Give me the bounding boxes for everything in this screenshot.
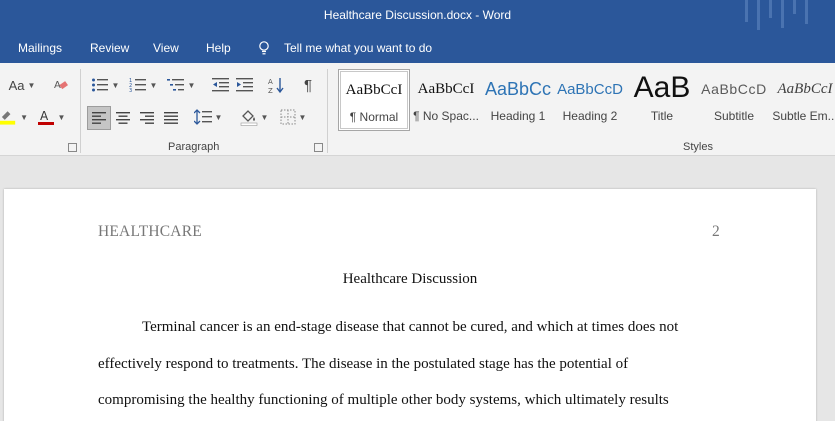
- style-name: Title: [650, 109, 674, 123]
- group-divider: [80, 69, 81, 153]
- style-normal[interactable]: AaBbCcI ¶ Normal: [338, 69, 410, 131]
- sort-az-icon: A Z: [268, 78, 284, 94]
- paint-bucket-icon: [240, 110, 257, 126]
- style-name: ¶ No Spac...: [413, 109, 479, 123]
- body-line: Terminal cancer is an end-stage disease …: [142, 319, 679, 335]
- paragraph-group-label: Paragraph: [168, 141, 220, 153]
- change-case-button[interactable]: Aa ▼: [6, 74, 38, 96]
- page-number: 2: [712, 223, 720, 240]
- style-preview: AaB: [633, 71, 691, 104]
- style-name: Subtle Em...: [772, 109, 835, 123]
- document-title: Healthcare Discussion: [342, 271, 478, 287]
- justify-icon: [164, 112, 178, 124]
- align-right-icon: [140, 112, 154, 124]
- tab-mailings[interactable]: Mailings: [18, 41, 62, 55]
- style-subtle-emphasis[interactable]: AaBbCcI Subtle Em...: [770, 69, 835, 131]
- align-center-button[interactable]: [112, 107, 134, 129]
- sort-button[interactable]: A Z: [266, 74, 288, 96]
- titlebar-decoration: [735, 0, 825, 33]
- document-page[interactable]: HEALTHCARE 2 Healthcare Discussion Termi…: [4, 189, 816, 421]
- style-preview: AaBbCcD: [701, 81, 767, 97]
- styles-gallery: AaBbCcI ¶ Normal AaBbCcI ¶ No Spac... Aa…: [336, 69, 835, 131]
- multilevel-list-button[interactable]: ▼: [164, 74, 198, 96]
- show-marks-button[interactable]: ¶: [297, 74, 319, 96]
- window-title: Healthcare Discussion.docx - Word: [323, 8, 512, 22]
- font-color-icon: A: [37, 109, 54, 125]
- style-subtitle[interactable]: AaBbCcD Subtitle: [698, 69, 770, 131]
- style-title[interactable]: AaB Title: [626, 69, 698, 131]
- body-line: compromising the healthy functioning of …: [98, 392, 669, 408]
- eraser-icon: A: [54, 80, 68, 91]
- highlighter-icon: [0, 111, 16, 125]
- style-preview: AaBbCc: [484, 79, 552, 99]
- shading-button[interactable]: ▼: [236, 106, 272, 128]
- style-preview: AaBbCcI: [777, 81, 833, 97]
- body-line: effectively respond to treatments. The d…: [98, 356, 629, 372]
- decrease-indent-button[interactable]: [210, 74, 232, 96]
- borders-button[interactable]: ▼: [276, 106, 310, 128]
- style-name: Heading 1: [490, 109, 546, 123]
- highlight-color-button[interactable]: ▼: [0, 106, 28, 128]
- ribbon-tabs: Mailings Review View Help Tell me what y…: [0, 33, 835, 63]
- pilcrow-icon: ¶: [303, 76, 313, 94]
- style-preview: AaBbCcI: [417, 81, 475, 97]
- style-heading-1[interactable]: AaBbCc Heading 1: [482, 69, 554, 131]
- tell-me-box[interactable]: Tell me what you want to do: [258, 41, 432, 55]
- svg-text:A: A: [268, 78, 273, 86]
- align-right-button[interactable]: [136, 107, 158, 129]
- document-area[interactable]: HEALTHCARE 2 Healthcare Discussion Termi…: [0, 157, 835, 421]
- align-center-icon: [116, 112, 130, 124]
- justify-button[interactable]: [160, 107, 182, 129]
- increase-indent-button[interactable]: [234, 74, 256, 96]
- bullet-list-icon: [91, 78, 108, 92]
- numbered-list-icon: 1 2 3: [129, 78, 146, 93]
- clear-formatting-button[interactable]: A: [50, 74, 72, 96]
- ribbon: Aa ▼ A ▼ A ▼ ▼ 1 2 3 ▼ ▼ A Z ¶ ▼ ▼ ▼ Par…: [0, 63, 835, 156]
- svg-text:Z: Z: [268, 87, 273, 94]
- multilevel-list-icon: [166, 79, 184, 91]
- style-name: Subtitle: [713, 109, 755, 123]
- tell-me-label: Tell me what you want to do: [284, 41, 433, 55]
- styles-group-label: Styles: [683, 141, 713, 153]
- group-divider: [327, 69, 328, 153]
- lightbulb-icon: [259, 41, 269, 55]
- running-head: HEALTHCARE: [98, 223, 202, 240]
- style-preview: AaBbCcD: [557, 81, 623, 98]
- increase-indent-icon: [236, 78, 253, 92]
- style-name: ¶ Normal: [349, 110, 399, 124]
- font-dialog-launcher[interactable]: [68, 143, 77, 152]
- style-heading-2[interactable]: AaBbCcD Heading 2: [554, 69, 626, 131]
- bullets-button[interactable]: ▼: [88, 74, 122, 96]
- numbering-button[interactable]: 1 2 3 ▼: [126, 74, 160, 96]
- style-preview: AaBbCcI: [345, 82, 403, 98]
- style-name: Heading 2: [562, 109, 618, 123]
- svg-text:3: 3: [129, 88, 132, 93]
- font-color-button[interactable]: A ▼: [36, 106, 66, 128]
- tab-review[interactable]: Review: [90, 41, 129, 55]
- line-spacing-icon: [193, 109, 212, 125]
- change-case-label: Aa: [8, 77, 25, 93]
- borders-icon: [280, 109, 296, 125]
- title-bar: Healthcare Discussion.docx - Word: [0, 0, 835, 33]
- paragraph-dialog-launcher[interactable]: [314, 143, 323, 152]
- tab-view[interactable]: View: [153, 41, 179, 55]
- align-left-icon: [92, 112, 106, 124]
- line-spacing-button[interactable]: ▼: [192, 106, 224, 128]
- decrease-indent-icon: [212, 78, 229, 92]
- style-no-spacing[interactable]: AaBbCcI ¶ No Spac...: [410, 69, 482, 131]
- svg-text:A: A: [40, 109, 49, 123]
- tab-help[interactable]: Help: [206, 41, 231, 55]
- align-left-button[interactable]: [88, 107, 110, 129]
